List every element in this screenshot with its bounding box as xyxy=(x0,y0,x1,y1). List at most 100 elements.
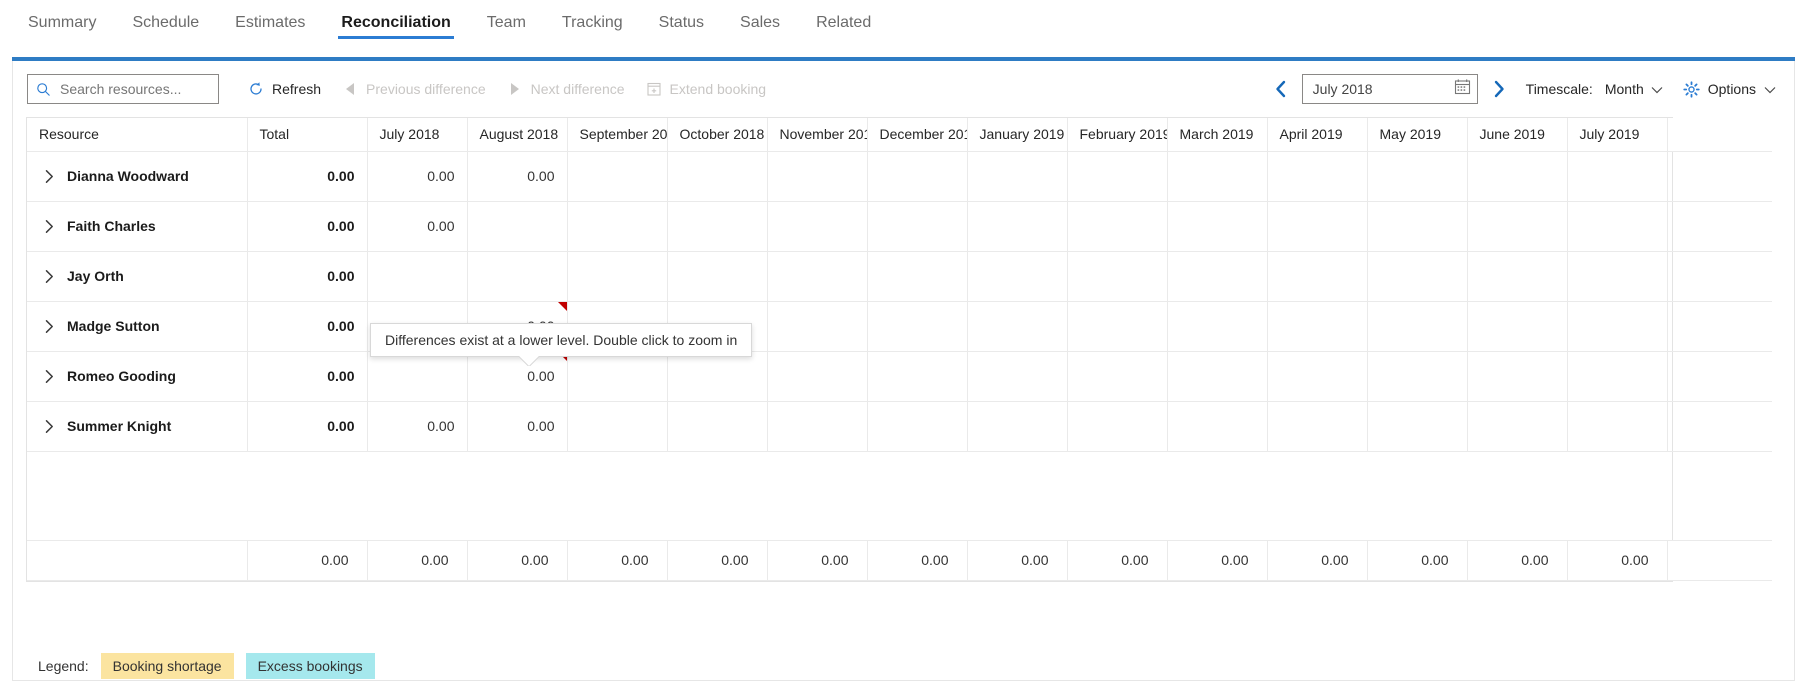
value-cell[interactable] xyxy=(1067,251,1168,302)
value-cell[interactable] xyxy=(967,201,1068,252)
value-cell[interactable] xyxy=(967,301,1068,352)
value-cell[interactable] xyxy=(1567,201,1668,252)
table-row[interactable]: Romeo Gooding 0.00 0.00 xyxy=(27,351,1772,402)
value-cell[interactable] xyxy=(667,201,768,252)
chevron-left-icon[interactable] xyxy=(1268,74,1294,104)
value-cell[interactable] xyxy=(1467,251,1568,302)
column-header-month-2[interactable]: September 2018 xyxy=(567,118,668,152)
value-cell[interactable] xyxy=(1167,251,1268,302)
value-cell[interactable] xyxy=(1267,251,1368,302)
column-header-month-4[interactable]: November 2018 xyxy=(767,118,868,152)
search-input[interactable] xyxy=(58,80,212,98)
value-cell[interactable] xyxy=(1567,301,1668,352)
extend-booking-button[interactable]: Extend booking xyxy=(635,73,777,105)
tab-reconciliation[interactable]: Reconciliation xyxy=(323,0,468,45)
value-cell[interactable] xyxy=(1467,351,1568,402)
resource-cell[interactable]: Jay Orth xyxy=(27,251,248,302)
value-cell[interactable] xyxy=(567,151,668,202)
value-cell[interactable] xyxy=(767,251,868,302)
column-header-month-8[interactable]: March 2019 xyxy=(1167,118,1268,152)
previous-difference-button[interactable]: Previous difference xyxy=(331,73,496,105)
total-cell[interactable]: 0.00 xyxy=(247,401,368,452)
value-cell[interactable]: 0.00 xyxy=(467,151,568,202)
column-header-month-6[interactable]: January 2019 xyxy=(967,118,1068,152)
value-cell[interactable] xyxy=(867,351,968,402)
value-cell[interactable] xyxy=(1367,301,1468,352)
value-cell[interactable] xyxy=(1467,151,1568,202)
tab-summary[interactable]: Summary xyxy=(10,0,114,45)
value-cell[interactable]: 0.00 xyxy=(367,401,468,452)
value-cell[interactable] xyxy=(767,301,868,352)
value-cell[interactable] xyxy=(367,251,468,302)
column-header-month-3[interactable]: October 2018 xyxy=(667,118,768,152)
value-cell[interactable] xyxy=(1367,401,1468,452)
value-cell[interactable] xyxy=(1567,351,1668,402)
tab-status[interactable]: Status xyxy=(641,0,722,45)
value-cell[interactable] xyxy=(1267,201,1368,252)
refresh-button[interactable]: Refresh xyxy=(237,73,331,105)
chevron-right-icon[interactable] xyxy=(39,169,59,184)
value-cell[interactable] xyxy=(1167,401,1268,452)
date-field[interactable]: July 2018 xyxy=(1301,74,1478,104)
value-cell[interactable] xyxy=(867,201,968,252)
value-cell[interactable] xyxy=(567,201,668,252)
value-cell[interactable] xyxy=(967,151,1068,202)
value-cell[interactable] xyxy=(1267,151,1368,202)
value-cell[interactable] xyxy=(967,351,1068,402)
resource-cell[interactable]: Faith Charles xyxy=(27,201,248,252)
tab-team[interactable]: Team xyxy=(469,0,544,45)
chevron-right-icon[interactable] xyxy=(39,369,59,384)
value-cell[interactable] xyxy=(1067,201,1168,252)
column-header-month-0[interactable]: July 2018 xyxy=(367,118,468,152)
resource-cell[interactable]: Madge Sutton xyxy=(27,301,248,352)
value-cell[interactable] xyxy=(767,151,868,202)
resource-cell[interactable]: Summer Knight xyxy=(27,401,248,452)
total-cell[interactable]: 0.00 xyxy=(247,151,368,202)
value-cell[interactable] xyxy=(1467,301,1568,352)
tab-schedule[interactable]: Schedule xyxy=(114,0,217,45)
value-cell[interactable] xyxy=(1167,351,1268,402)
column-header-month-12[interactable]: July 2019 xyxy=(1567,118,1668,152)
value-cell[interactable] xyxy=(667,251,768,302)
timescale-select[interactable]: Month xyxy=(1601,81,1667,97)
column-header-total[interactable]: Total xyxy=(247,118,368,152)
chevron-right-icon[interactable] xyxy=(39,269,59,284)
options-button[interactable]: Options xyxy=(1683,80,1776,98)
value-cell[interactable] xyxy=(967,251,1068,302)
value-cell[interactable] xyxy=(1067,351,1168,402)
value-cell[interactable] xyxy=(467,201,568,252)
chevron-right-icon[interactable] xyxy=(39,419,59,434)
value-cell[interactable] xyxy=(1267,301,1368,352)
value-cell[interactable] xyxy=(1167,201,1268,252)
total-cell[interactable]: 0.00 xyxy=(247,251,368,302)
table-row[interactable]: Madge Sutton0.000.00 xyxy=(27,301,1772,352)
value-cell[interactable] xyxy=(1167,301,1268,352)
value-cell[interactable]: 0.00 xyxy=(467,401,568,452)
column-header-month-7[interactable]: February 2019 xyxy=(1067,118,1168,152)
value-cell[interactable] xyxy=(767,351,868,402)
value-cell[interactable] xyxy=(367,351,468,402)
table-row[interactable]: Faith Charles 0.00 0.00 xyxy=(27,201,1772,252)
value-cell[interactable] xyxy=(667,401,768,452)
value-cell[interactable] xyxy=(1367,151,1468,202)
value-cell[interactable] xyxy=(767,401,868,452)
chevron-right-icon[interactable] xyxy=(39,219,59,234)
resource-cell[interactable]: Romeo Gooding xyxy=(27,351,248,402)
value-cell[interactable] xyxy=(567,351,668,402)
total-cell[interactable]: 0.00 xyxy=(247,351,368,402)
chevron-right-icon[interactable] xyxy=(39,319,59,334)
column-header-month-1[interactable]: August 2018 xyxy=(467,118,568,152)
column-header-month-5[interactable]: December 2018 xyxy=(867,118,968,152)
value-cell[interactable] xyxy=(567,251,668,302)
value-cell[interactable] xyxy=(867,401,968,452)
value-cell[interactable] xyxy=(667,151,768,202)
value-cell[interactable] xyxy=(767,201,868,252)
tab-related[interactable]: Related xyxy=(798,0,889,45)
table-row[interactable]: Dianna Woodward 0.00 0.00 0.00 xyxy=(27,151,1772,202)
tab-tracking[interactable]: Tracking xyxy=(544,0,641,45)
tab-estimates[interactable]: Estimates xyxy=(217,0,323,45)
value-cell[interactable] xyxy=(1567,251,1668,302)
tab-sales[interactable]: Sales xyxy=(722,0,798,45)
value-cell[interactable] xyxy=(1167,151,1268,202)
value-cell[interactable] xyxy=(467,251,568,302)
